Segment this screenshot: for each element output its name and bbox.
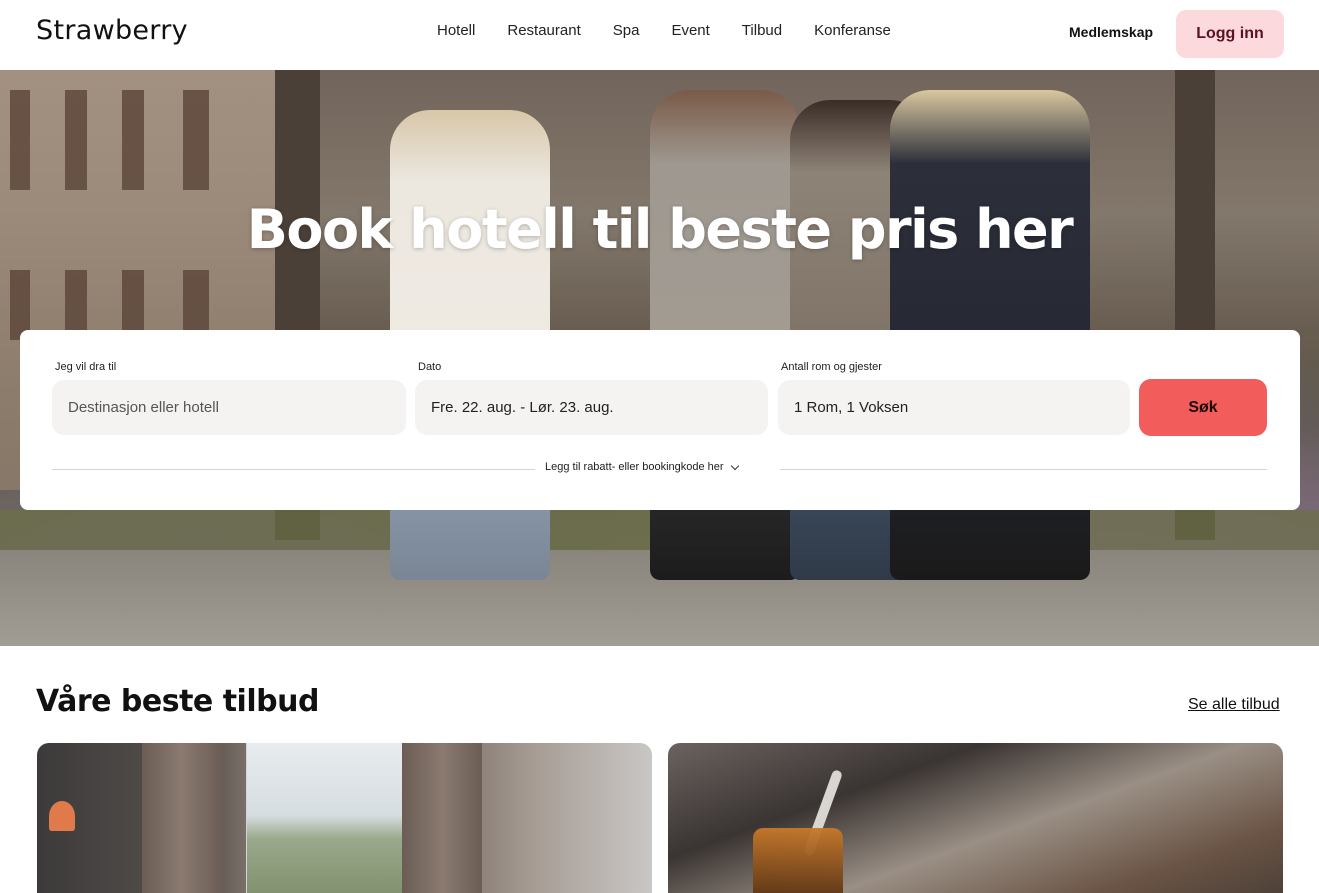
booking-search-card: Jeg vil dra til Destinasjon eller hotell…	[20, 330, 1300, 510]
hero-title: Book hotell til beste pris her	[246, 198, 1074, 261]
membership-link[interactable]: Medlemskap	[1069, 24, 1153, 40]
site-header: Strawberry Hotell Restaurant Spa Event T…	[0, 0, 1319, 70]
date-picker[interactable]: Fre. 22. aug. - Lør. 23. aug.	[415, 380, 768, 435]
offer-image-lamp	[49, 801, 75, 831]
hero-window	[10, 90, 30, 190]
main-nav: Hotell Restaurant Spa Event Tilbud Konfe…	[437, 22, 923, 39]
divider	[52, 469, 535, 470]
login-button[interactable]: Logg inn	[1176, 10, 1284, 58]
search-button[interactable]: Søk	[1139, 379, 1267, 436]
offers-title: Våre beste tilbud	[36, 684, 319, 719]
hero-window	[65, 90, 87, 190]
date-label: Dato	[418, 361, 442, 373]
nav-hotell[interactable]: Hotell	[437, 22, 475, 39]
promo-code-label: Legg til rabatt- eller bookingkode her	[545, 461, 724, 473]
hero-window	[122, 90, 144, 190]
nav-tilbud[interactable]: Tilbud	[742, 22, 782, 39]
guests-label: Antall rom og gjester	[781, 361, 882, 373]
promo-code-toggle[interactable]: Legg til rabatt- eller bookingkode her	[545, 461, 739, 473]
strawberry-logo[interactable]: Strawberry	[36, 15, 188, 46]
offer-card-coffee[interactable]	[668, 743, 1283, 893]
hero-window	[183, 90, 209, 190]
destination-label: Jeg vil dra til	[55, 361, 117, 373]
offer-card-hotel-room[interactable]	[37, 743, 652, 893]
chevron-down-icon	[730, 461, 739, 470]
offer-image-curtain	[402, 743, 482, 893]
offer-image-curtain	[142, 743, 222, 893]
destination-input[interactable]: Destinasjon eller hotell	[52, 380, 406, 435]
see-all-offers-link[interactable]: Se alle tilbud	[1188, 696, 1280, 714]
guests-selector[interactable]: 1 Rom, 1 Voksen	[778, 380, 1130, 435]
nav-event[interactable]: Event	[671, 22, 709, 39]
nav-konferanse[interactable]: Konferanse	[814, 22, 891, 39]
nav-spa[interactable]: Spa	[613, 22, 640, 39]
nav-restaurant[interactable]: Restaurant	[507, 22, 580, 39]
offer-image-coffee-cup	[753, 828, 843, 893]
divider	[780, 469, 1267, 470]
